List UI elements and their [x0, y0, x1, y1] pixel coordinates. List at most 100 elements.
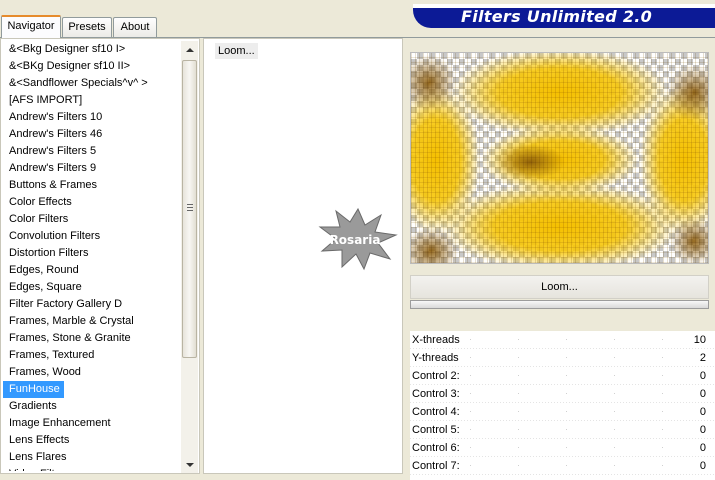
preview-panel: Loom... X-threads 10 Y-threads 2 Control 2: 0…: [406, 38, 715, 480]
control-value: 0: [699, 442, 706, 454]
filter-item-loom[interactable]: Loom...: [215, 43, 258, 59]
app-banner: Filters Unlimited 2.0: [413, 4, 715, 28]
category-panel: &<Bkg Designer sf10 I> &<BKg Designer sf1…: [0, 38, 200, 474]
arrow-down-icon: [185, 462, 194, 467]
category-item-label: &<Sandflower Specials^v^ >: [9, 77, 148, 89]
category-item[interactable]: Lens Flares: [3, 449, 179, 466]
control-value: 0: [699, 370, 706, 382]
watermark-text: Rosaria: [330, 233, 381, 247]
category-item-label: Color Filters: [9, 213, 69, 225]
category-item-label: Andrew's Filters 9: [9, 162, 97, 174]
control-label: Control 2:: [412, 370, 460, 382]
tab-presets[interactable]: Presets: [62, 17, 112, 37]
preview-image: [410, 52, 709, 264]
category-item[interactable]: Andrew's Filters 10: [3, 109, 179, 126]
control-slider[interactable]: [470, 357, 675, 358]
category-item[interactable]: Frames, Wood: [3, 364, 179, 381]
category-item-label: Andrew's Filters 5: [9, 145, 97, 157]
category-item[interactable]: Edges, Square: [3, 279, 179, 296]
grip-icon: [187, 204, 193, 212]
control-slider[interactable]: [470, 447, 675, 448]
control-slider[interactable]: [470, 465, 675, 466]
category-item-label: Andrew's Filters 46: [9, 128, 103, 140]
category-item-label: &<Bkg Designer sf10 I>: [9, 43, 126, 55]
category-item[interactable]: Andrew's Filters 9: [3, 160, 179, 177]
category-item-label: [AFS IMPORT]: [9, 94, 83, 106]
category-item-label: &<BKg Designer sf10 II>: [9, 60, 131, 72]
category-item[interactable]: FunHouse: [3, 381, 179, 398]
control-value: 0: [699, 406, 706, 418]
category-item[interactable]: [AFS IMPORT]: [3, 92, 179, 109]
category-scrollbar[interactable]: [181, 41, 198, 473]
scroll-down-button[interactable]: [181, 456, 198, 473]
scroll-thumb[interactable]: [182, 60, 197, 358]
category-item-label: Buttons & Frames: [9, 179, 98, 191]
control-slider[interactable]: [470, 411, 675, 412]
category-item[interactable]: Gradients: [3, 398, 179, 415]
scroll-up-button[interactable]: [181, 41, 198, 58]
control-value: 0: [699, 388, 706, 400]
category-item[interactable]: Frames, Marble & Crystal: [3, 313, 179, 330]
category-item[interactable]: Edges, Round: [3, 262, 179, 279]
watermark-star-icon: Rosaria: [318, 207, 398, 271]
control-row[interactable]: Control 3: 0: [410, 385, 715, 403]
category-list: &<Bkg Designer sf10 I> &<BKg Designer sf1…: [3, 41, 179, 471]
category-item[interactable]: Frames, Stone & Granite: [3, 330, 179, 347]
tab-navigator[interactable]: Navigator: [1, 15, 61, 38]
control-row[interactable]: Control 5: 0: [410, 421, 715, 439]
category-item[interactable]: Color Effects: [3, 194, 179, 211]
control-slider[interactable]: [470, 393, 675, 394]
control-row[interactable]: X-threads 10: [410, 331, 715, 349]
control-label: Control 7:: [412, 460, 460, 472]
category-item-label: Distortion Filters: [9, 247, 89, 259]
category-item[interactable]: Andrew's Filters 46: [3, 126, 179, 143]
control-row[interactable]: Control 6: 0: [410, 439, 715, 457]
control-row[interactable]: Control 7: 0: [410, 457, 715, 475]
category-item[interactable]: &<Bkg Designer sf10 I>: [3, 41, 179, 58]
category-item-label: Frames, Stone & Granite: [9, 332, 131, 344]
category-item[interactable]: Color Filters: [3, 211, 179, 228]
control-value: 0: [699, 424, 706, 436]
control-value: 10: [693, 334, 706, 346]
category-item[interactable]: Filter Factory Gallery D: [3, 296, 179, 313]
category-item-label: Frames, Marble & Crystal: [9, 315, 134, 327]
category-item-label: Frames, Wood: [9, 366, 81, 378]
controls-panel: X-threads 10 Y-threads 2 Control 2: 0 Control …: [410, 331, 715, 480]
category-item[interactable]: Distortion Filters: [3, 245, 179, 262]
control-row[interactable]: Y-threads 2: [410, 349, 715, 367]
control-value: 2: [699, 352, 706, 364]
category-item-label: Frames, Textured: [9, 349, 95, 361]
category-item[interactable]: Image Enhancement: [3, 415, 179, 432]
control-label: X-threads: [412, 334, 460, 346]
control-label: Control 6:: [412, 442, 460, 454]
category-item[interactable]: Andrew's Filters 5: [3, 143, 179, 160]
control-label: Control 3:: [412, 388, 460, 400]
control-slider[interactable]: [470, 339, 675, 340]
control-label: Control 4:: [412, 406, 460, 418]
category-item[interactable]: Convolution Filters: [3, 228, 179, 245]
category-item-label: Convolution Filters: [9, 230, 101, 242]
category-item[interactable]: &<Sandflower Specials^v^ >: [3, 75, 179, 92]
filter-panel: Loom... Rosaria: [203, 38, 403, 474]
category-item-label: Edges, Square: [9, 281, 82, 293]
control-slider[interactable]: [470, 375, 675, 376]
progress-bar: [410, 300, 709, 309]
control-row[interactable]: Control 2: 0: [410, 367, 715, 385]
category-item-label: Color Effects: [9, 196, 72, 208]
app-title: Filters Unlimited 2.0: [461, 7, 653, 26]
control-row[interactable]: Control 4: 0: [410, 403, 715, 421]
category-item[interactable]: Buttons & Frames: [3, 177, 179, 194]
category-item[interactable]: &<BKg Designer sf10 II>: [3, 58, 179, 75]
arrow-up-icon: [185, 47, 194, 52]
tab-about[interactable]: About: [113, 17, 157, 37]
category-item[interactable]: Lens Effects: [3, 432, 179, 449]
category-item-label: Video Filters: [3, 466, 179, 471]
preview-texture: [411, 53, 708, 263]
control-label: Control 5:: [412, 424, 460, 436]
category-item[interactable]: Video Filters: [3, 466, 179, 471]
category-item[interactable]: Frames, Textured: [3, 347, 179, 364]
category-item-label: Lens Effects: [9, 434, 70, 446]
filter-name-button[interactable]: Loom...: [410, 275, 709, 299]
control-slider[interactable]: [470, 429, 675, 430]
category-item-label: Edges, Round: [9, 264, 79, 276]
